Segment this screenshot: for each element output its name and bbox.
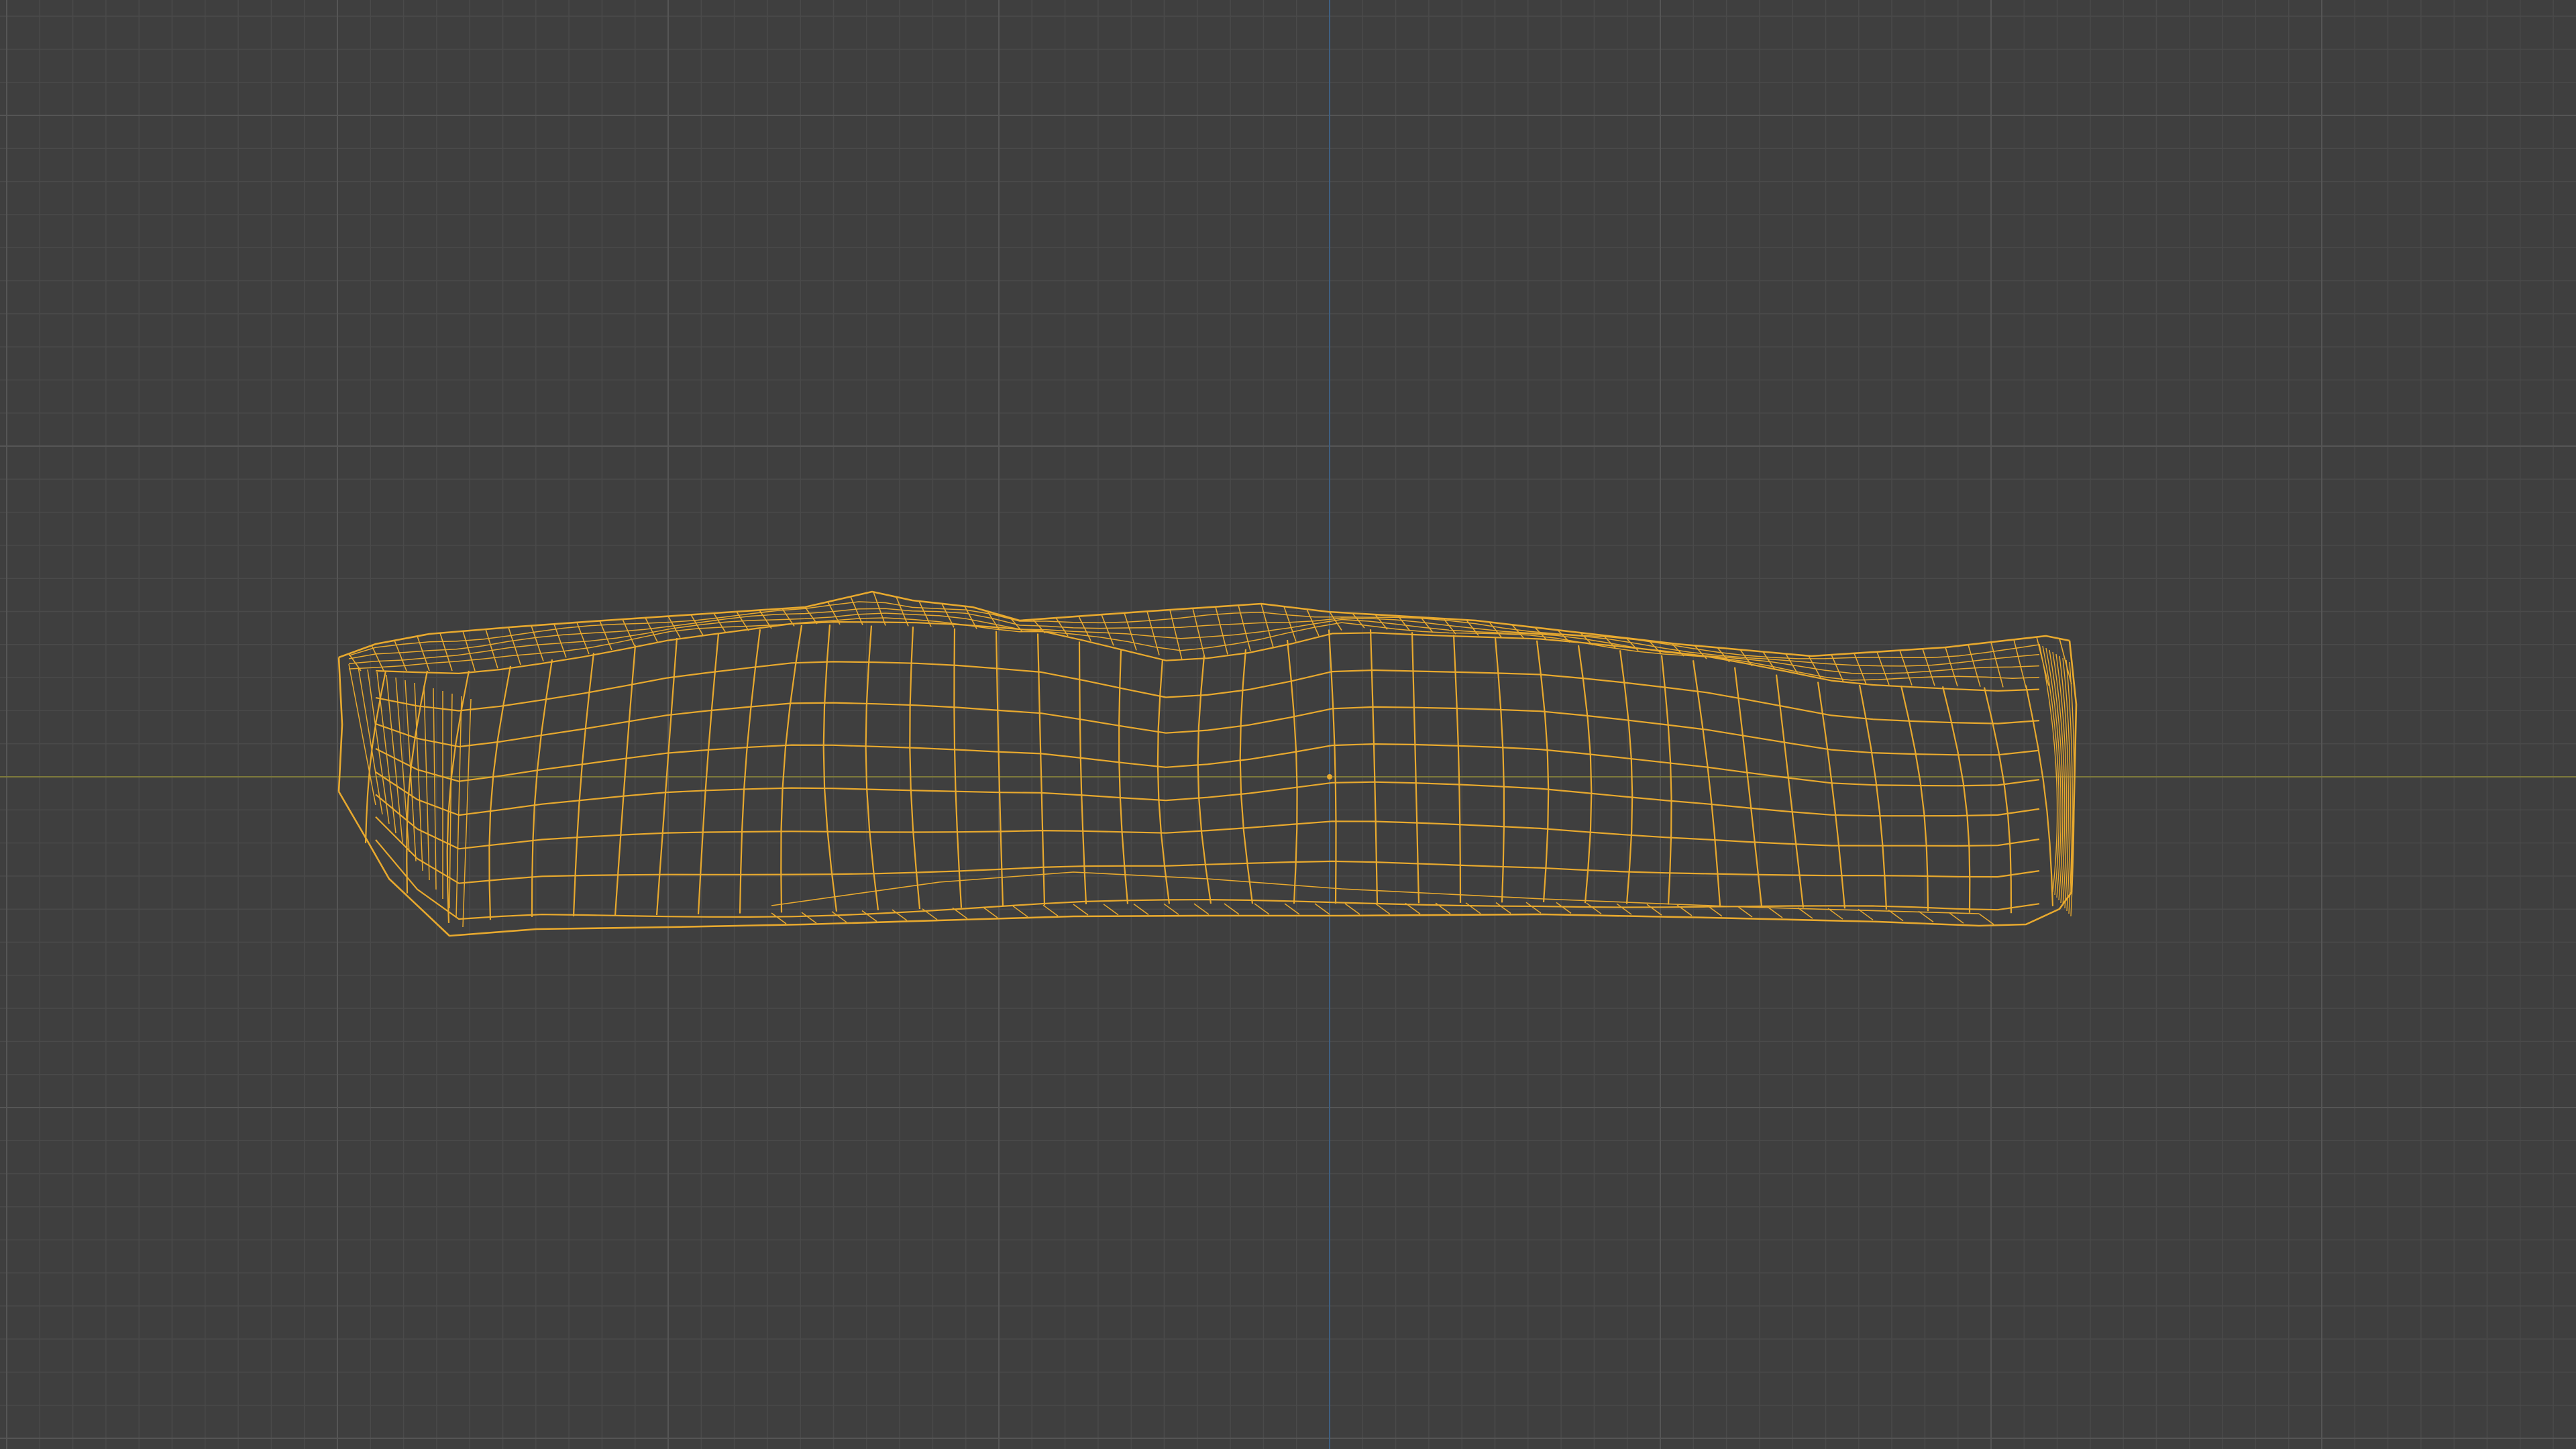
mesh-edge-rim: [1945, 647, 1958, 687]
selected-mesh-wireframe[interactable]: [337, 590, 2078, 937]
mesh-edge-horizontal: [375, 661, 2040, 724]
mesh-edge-rim: [1238, 605, 1251, 651]
mesh-edge-bottom-flange: [831, 911, 847, 923]
mesh-edge-end-cap-left: [433, 688, 437, 890]
mesh-edge-rim: [439, 633, 453, 672]
mesh-edge-rim: [462, 631, 476, 672]
mesh-edge-bottom-flange: [1012, 906, 1028, 918]
mesh-edge-rim: [1968, 644, 1981, 687]
mesh-edge-vertical: [1536, 640, 1550, 903]
mesh-edge-bottom-flange: [1737, 906, 1753, 918]
object-origin-dot: [1327, 774, 1332, 780]
mesh-edge-rim: [1101, 614, 1114, 646]
mesh-edge-bottom-flange: [1556, 902, 1572, 914]
mesh-edge-bottom-flange: [1495, 902, 1511, 914]
mesh-edge-bottom-flange: [771, 912, 787, 924]
mesh-edge-vertical: [1983, 687, 2012, 914]
mesh-edge-horizontal: [375, 794, 2040, 850]
mesh-edge-rim: [1169, 609, 1183, 660]
mesh-edge-vertical: [1733, 667, 1763, 907]
mesh-edge-rim: [485, 629, 498, 669]
mesh-edge-bottom-flange: [1918, 910, 1934, 923]
mesh-edge-vertical: [1411, 632, 1420, 904]
mesh-edge-vertical: [953, 628, 963, 908]
mesh-edge-rim: [645, 617, 658, 643]
mesh-edge-vertical: [488, 665, 512, 920]
viewport-canvas[interactable]: [0, 0, 2576, 1449]
3d-viewport[interactable]: [0, 0, 2576, 1449]
mesh-edge-bottom-flange: [861, 910, 877, 922]
mesh-edge-vertical: [865, 625, 879, 911]
mesh-edge-rim: [1899, 650, 1913, 686]
mesh-edge-bottom-flange: [1767, 906, 1783, 918]
mesh-edge-vertical: [1452, 635, 1462, 903]
mesh-edge-bottom-flange: [1042, 904, 1059, 916]
mesh-edge-bottom-flange: [982, 906, 998, 918]
mesh-edge-end-cap-left: [376, 672, 396, 834]
mesh-edge-horizontal: [375, 621, 2040, 692]
mesh-edge-rim: [1990, 642, 2004, 688]
mesh-edge-bottom-flange: [1646, 904, 1662, 916]
mesh-edge-vertical: [1941, 686, 1971, 913]
mesh-edge-vertical: [909, 627, 921, 910]
mesh-edge-rim: [1306, 608, 1320, 637]
mesh-edge-vertical: [822, 624, 838, 912]
mesh-edge-bottom-loop: [771, 871, 1980, 914]
mesh-edge-rim: [667, 616, 681, 639]
mesh-edge-bottom-flange: [1948, 912, 1964, 924]
mesh-edge-bottom-flange: [1073, 904, 1089, 916]
mesh-edge-rim: [1146, 611, 1160, 655]
mesh-edge-vertical: [739, 629, 761, 914]
mesh-edge-vertical: [1900, 685, 1929, 912]
mesh-edge-end-cap-left: [423, 685, 430, 881]
mesh-edge-vertical: [1692, 660, 1721, 906]
mesh-edge-vertical: [1197, 655, 1212, 904]
mesh-edge-rim: [850, 596, 863, 626]
mesh-edge-rim: [417, 636, 430, 672]
mesh-edge-vertical: [1577, 645, 1593, 904]
grid-minor-lines: [0, 0, 2576, 1449]
mesh-edge-vertical: [780, 625, 803, 913]
mesh-edge-bottom-flange: [801, 912, 817, 924]
mesh-edge-vertical: [1660, 655, 1672, 905]
mesh-edge-end-cap-left: [348, 663, 376, 806]
mesh-edge-bottom-flange: [1465, 902, 1481, 914]
mesh-silhouette-top: [338, 590, 2070, 659]
mesh-edge-vertical: [1036, 633, 1046, 906]
mesh-edge-vertical: [2025, 685, 2054, 906]
mesh-edge-horizontal: [375, 816, 2040, 884]
mesh-edge-rim: [508, 627, 521, 665]
